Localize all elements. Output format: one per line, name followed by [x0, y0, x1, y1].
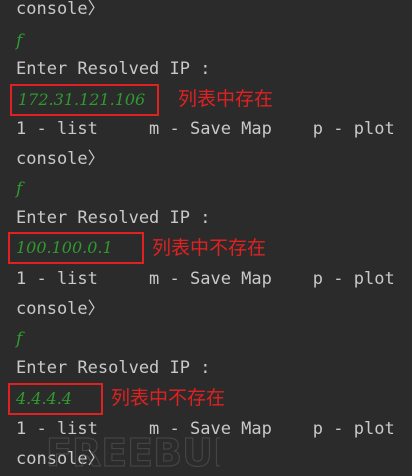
ip-input-value: 4.4.4.4 — [16, 389, 72, 408]
ip-input-highlight-box: 4.4.4.4 — [8, 383, 103, 415]
freebuf-watermark: FREEBUF — [45, 430, 220, 475]
annotation-label: 列表中不存在 — [152, 237, 267, 259]
menu-options: 1 - list m - Save Map p - plot — [16, 269, 395, 289]
ip-input-highlight-box: 172.31.121.106 — [10, 84, 159, 116]
user-input-command: f — [16, 31, 23, 51]
annotation-label: 列表中不存在 — [111, 387, 226, 409]
resolved-ip-prompt: Enter Resolved IP : — [16, 59, 211, 79]
ip-input-highlight-box: 100.100.0.1 — [8, 232, 144, 264]
user-input-command: f — [16, 179, 23, 199]
user-input-command: f — [16, 329, 23, 349]
ip-input-value: 100.100.0.1 — [16, 238, 113, 257]
console-prompt: console〉 — [16, 0, 105, 19]
console-prompt: console〉 — [16, 149, 105, 169]
watermark-text: FREEBUF — [46, 431, 220, 475]
annotation-label: 列表中存在 — [178, 88, 274, 110]
menu-options: 1 - list m - Save Map p - plot — [16, 119, 395, 139]
resolved-ip-prompt: Enter Resolved IP : — [16, 208, 211, 228]
console-prompt: console〉 — [16, 299, 105, 319]
resolved-ip-prompt: Enter Resolved IP : — [16, 358, 211, 378]
console-output: console〉 f Enter Resolved IP : 172.31.12… — [0, 0, 412, 476]
ip-input-value: 172.31.121.106 — [18, 90, 146, 109]
